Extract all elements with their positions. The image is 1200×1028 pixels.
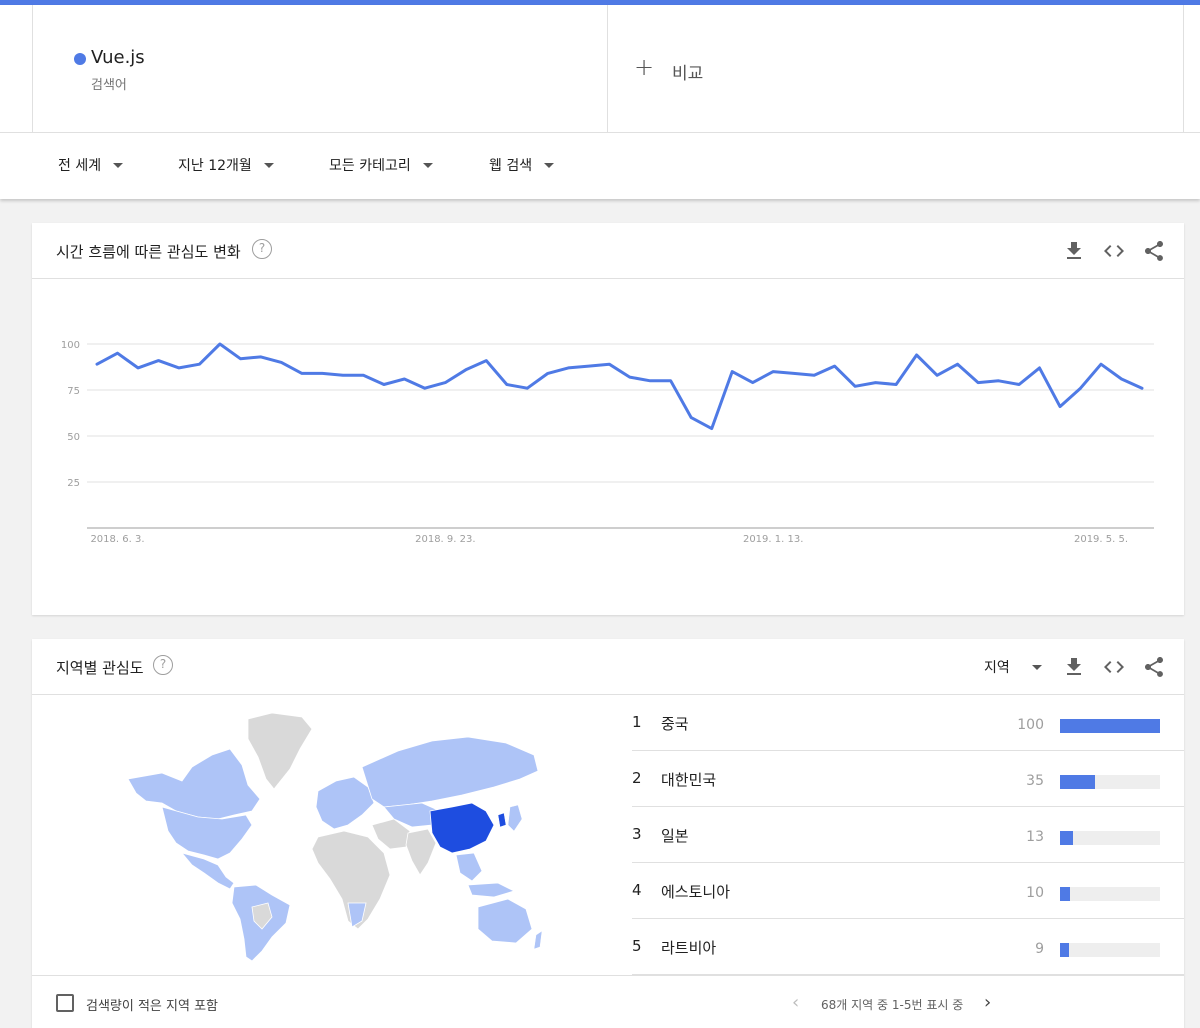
world-map[interactable]: [122, 707, 542, 967]
filter-region-label: 전 세계: [58, 158, 102, 174]
search-term-card[interactable]: Vue.js 검색어: [32, 5, 608, 133]
term-type: 검색어: [91, 78, 127, 93]
interest-line-chart: 25 50 75 100 2018. 6. 3. 2018. 9. 23. 2019. 1.…: [61, 340, 1154, 545]
download-icon[interactable]: [1062, 239, 1086, 263]
compare-button[interactable]: + 비교: [608, 5, 1184, 133]
filter-search-type[interactable]: 웹 검색: [489, 155, 555, 175]
region-value-bar: [1060, 775, 1095, 789]
region-row[interactable]: 4 에스토니아 10: [632, 863, 1184, 919]
embed-code-icon[interactable]: [1102, 655, 1126, 679]
region-name: 대한민국: [661, 771, 717, 789]
region-value: 10: [1026, 885, 1044, 901]
y-tick-label: 50: [67, 432, 80, 443]
region-value-bar-track: [1060, 831, 1160, 845]
region-value-bar: [1060, 887, 1070, 901]
plus-icon: +: [634, 53, 655, 81]
region-value-bar-track: [1060, 719, 1160, 733]
interest-by-region-card: 지역별 관심도 ? 지역 1 중국 100 2 대한민국 35 3 일본 13 …: [32, 639, 1184, 1028]
x-tick-label: 2018. 6. 3.: [90, 534, 144, 545]
region-value: 9: [1035, 941, 1044, 957]
region-rank: 3: [632, 825, 642, 843]
x-tick-label: 2019. 1. 13.: [743, 534, 803, 545]
card-header: 지역별 관심도 ? 지역: [32, 639, 1184, 695]
term-row: Vue.js 검색어 + 비교: [0, 5, 1200, 133]
share-icon[interactable]: [1142, 239, 1166, 263]
filter-time-range-label: 지난 12개월: [178, 158, 252, 174]
filter-time-range[interactable]: 지난 12개월: [178, 155, 274, 175]
x-tick-label: 2018. 9. 23.: [415, 534, 475, 545]
card-title: 시간 흐름에 따른 관심도 변화: [56, 243, 241, 261]
caret-down-icon: [544, 162, 555, 168]
region-row[interactable]: 3 일본 13: [632, 807, 1184, 863]
filter-region[interactable]: 전 세계: [58, 155, 124, 175]
map-region-southeast-asia: [455, 852, 483, 882]
term-name[interactable]: Vue.js: [91, 47, 145, 68]
x-tick-label: 2019. 5. 5.: [1074, 534, 1128, 545]
resolution-dropdown[interactable]: 지역: [984, 657, 1042, 677]
caret-down-icon: [422, 162, 433, 168]
map-region-china: [429, 802, 495, 854]
region-row[interactable]: 1 중국 100: [632, 695, 1184, 751]
filter-bar: 전 세계 지난 12개월 모든 카테고리 웹 검색: [0, 133, 1200, 199]
embed-code-icon[interactable]: [1102, 239, 1126, 263]
region-value: 100: [1017, 717, 1044, 733]
pager-status: 68개 지역 중 1-5번 표시 중: [821, 998, 964, 1012]
region-value-bar: [1060, 719, 1160, 733]
y-tick-label: 100: [61, 340, 80, 351]
compare-label: 비교: [672, 64, 704, 84]
series-line: [95, 342, 1144, 431]
region-name: 에스토니아: [661, 883, 731, 901]
region-value-bar: [1060, 943, 1069, 957]
interest-over-time-card: 시간 흐름에 따른 관심도 변화 ? 25 50 75 100 2018. 6. 3. 2…: [32, 223, 1184, 615]
resolution-label: 지역: [984, 660, 1010, 676]
map-region-greenland: [247, 712, 313, 790]
region-rank: 4: [632, 881, 642, 899]
map-region-central-america: [180, 852, 235, 890]
term-color-dot: [74, 53, 86, 65]
caret-down-icon: [113, 162, 124, 168]
y-tick-label: 75: [67, 386, 80, 397]
help-icon[interactable]: ?: [252, 239, 272, 259]
map-region-europe: [315, 776, 375, 830]
card-footer: 검색량이 적은 지역 포함 ‹ 68개 지역 중 1-5번 표시 중 ›: [32, 975, 1184, 1028]
caret-down-icon: [263, 162, 274, 168]
region-rank: 5: [632, 937, 642, 955]
region-value-bar-track: [1060, 775, 1160, 789]
map-region-new-zealand: [533, 930, 542, 950]
chevron-left-icon[interactable]: ‹: [792, 992, 799, 1013]
help-icon[interactable]: ?: [153, 655, 173, 675]
card-header: 시간 흐름에 따른 관심도 변화 ?: [32, 223, 1184, 279]
chevron-right-icon[interactable]: ›: [984, 992, 991, 1013]
map-region-japan: [507, 804, 523, 832]
include-low-volume-checkbox[interactable]: [56, 994, 74, 1012]
explore-header: Vue.js 검색어 + 비교 전 세계 지난 12개월 모든 카테고리 웹 검…: [0, 5, 1200, 199]
caret-down-icon: [1031, 664, 1042, 670]
filter-category-label: 모든 카테고리: [329, 158, 411, 174]
y-tick-label: 25: [67, 478, 80, 489]
region-name: 일본: [661, 827, 689, 845]
region-rank: 2: [632, 769, 642, 787]
region-name: 라트비아: [661, 939, 717, 957]
map-region-russia: [361, 736, 539, 808]
map-region-australia: [477, 898, 533, 944]
region-row[interactable]: 5 라트비아 9: [632, 919, 1184, 975]
region-rank: 1: [632, 713, 642, 731]
region-row[interactable]: 2 대한민국 35: [632, 751, 1184, 807]
region-value: 13: [1026, 829, 1044, 845]
card-title: 지역별 관심도: [56, 659, 144, 677]
map-region-north-america-north: [127, 748, 261, 820]
region-name: 중국: [661, 715, 689, 733]
filter-category[interactable]: 모든 카테고리: [329, 155, 433, 175]
include-low-volume-label: 검색량이 적은 지역 포함: [86, 999, 218, 1014]
map-region-korea: [497, 812, 507, 828]
region-value-bar-track: [1060, 887, 1160, 901]
filter-search-type-label: 웹 검색: [489, 158, 533, 174]
map-region-indonesia: [467, 882, 516, 898]
download-icon[interactable]: [1062, 655, 1086, 679]
region-value-bar-track: [1060, 943, 1160, 957]
region-value-bar: [1060, 831, 1073, 845]
region-value: 35: [1026, 773, 1044, 789]
map-region-india: [405, 828, 437, 876]
share-icon[interactable]: [1142, 655, 1166, 679]
